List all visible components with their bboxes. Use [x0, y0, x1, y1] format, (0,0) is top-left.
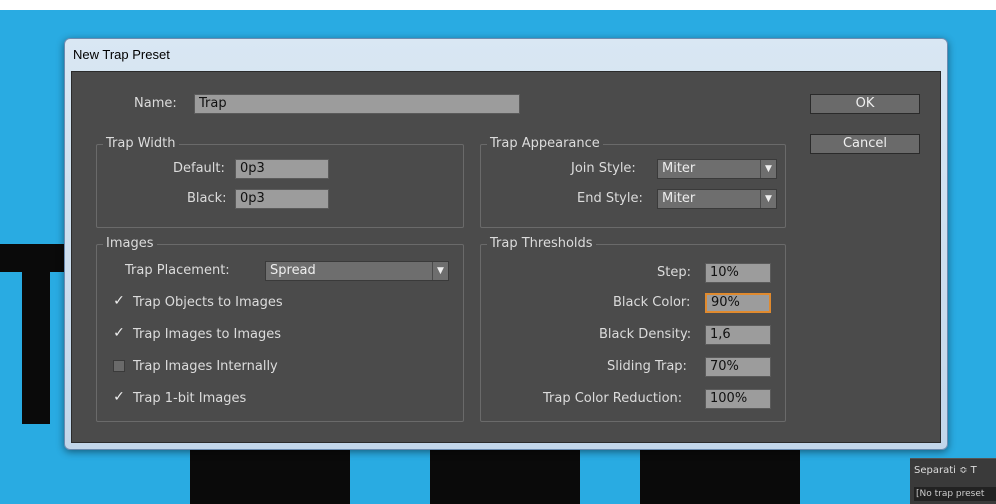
name-label: Name:	[134, 96, 177, 111]
panel-tab[interactable]: Separati ≎ T	[914, 465, 977, 476]
background-artwork	[640, 450, 800, 504]
end-style-value: Miter	[662, 191, 696, 206]
trap-placement-value: Spread	[270, 263, 316, 278]
images-group: Images Trap Placement: Spread ▼ ✓ Trap O…	[96, 236, 464, 422]
default-label: Default:	[173, 161, 225, 176]
name-input[interactable]: Trap	[194, 94, 520, 114]
join-style-select[interactable]: Miter ▼	[657, 159, 777, 179]
chevron-down-icon: ▼	[760, 160, 776, 178]
step-input[interactable]: 10%	[705, 263, 771, 283]
trap-objects-to-images-checkbox[interactable]: ✓	[113, 294, 125, 308]
dialog-title: New Trap Preset	[73, 47, 170, 62]
trap-1bit-images-checkbox[interactable]: ✓	[113, 390, 125, 404]
trap-placement-label: Trap Placement:	[125, 263, 230, 278]
trap-color-reduction-input[interactable]: 100%	[705, 389, 771, 409]
trap-appearance-title: Trap Appearance	[487, 136, 603, 151]
step-label: Step:	[657, 265, 691, 280]
background-artwork	[22, 244, 50, 424]
chevron-down-icon: ▼	[760, 190, 776, 208]
end-style-label: End Style:	[577, 191, 643, 206]
trap-1bit-images-label[interactable]: Trap 1-bit Images	[133, 391, 246, 406]
end-style-select[interactable]: Miter ▼	[657, 189, 777, 209]
sliding-trap-label: Sliding Trap:	[607, 359, 687, 374]
default-width-input[interactable]: 0p3	[235, 159, 329, 179]
black-density-label: Black Density:	[599, 327, 692, 342]
background-artwork	[190, 450, 350, 504]
dialog-body: Name: Trap OK Cancel Trap Width Default:…	[71, 71, 941, 443]
join-style-label: Join Style:	[571, 161, 636, 176]
trap-placement-select[interactable]: Spread ▼	[265, 261, 449, 281]
trap-objects-to-images-label[interactable]: Trap Objects to Images	[133, 295, 283, 310]
black-width-input[interactable]: 0p3	[235, 189, 329, 209]
background-artwork	[430, 450, 580, 504]
trap-width-title: Trap Width	[103, 136, 179, 151]
black-density-input[interactable]: 1,6	[705, 325, 771, 345]
trap-images-to-images-checkbox[interactable]: ✓	[113, 326, 125, 340]
black-color-label: Black Color:	[613, 295, 691, 310]
images-title: Images	[103, 236, 157, 251]
trap-thresholds-group: Trap Thresholds Step: 10% Black Color: 9…	[480, 236, 786, 422]
trap-appearance-group: Trap Appearance Join Style: Miter ▼ End …	[480, 136, 786, 228]
trap-color-reduction-label: Trap Color Reduction:	[543, 391, 683, 406]
black-color-input[interactable]: 90%	[705, 293, 771, 313]
black-label: Black:	[187, 191, 227, 206]
trap-images-internally-label[interactable]: Trap Images Internally	[133, 359, 278, 374]
trap-images-to-images-label[interactable]: Trap Images to Images	[133, 327, 281, 342]
join-style-value: Miter	[662, 161, 696, 176]
chevron-down-icon: ▼	[432, 262, 448, 280]
trap-preset-row[interactable]: [No trap preset	[914, 487, 996, 501]
cancel-button[interactable]: Cancel	[810, 134, 920, 154]
trap-thresholds-title: Trap Thresholds	[487, 236, 596, 251]
sliding-trap-input[interactable]: 70%	[705, 357, 771, 377]
trap-width-group: Trap Width Default: 0p3 Black: 0p3	[96, 136, 464, 228]
separations-panel[interactable]: Separati ≎ T [No trap preset	[910, 458, 996, 504]
ok-button[interactable]: OK	[810, 94, 920, 114]
trap-images-internally-checkbox[interactable]	[113, 360, 125, 372]
new-trap-preset-dialog: New Trap Preset Name: Trap OK Cancel Tra…	[64, 38, 948, 450]
